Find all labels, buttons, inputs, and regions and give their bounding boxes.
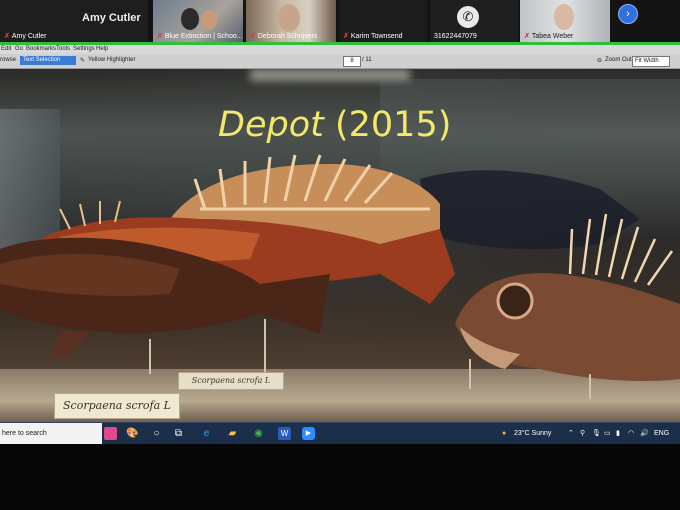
specimen-label-front: Scorpaena scrofa L [54,393,180,419]
chevron-up-icon[interactable]: ⌃ [568,423,574,445]
menu-tools[interactable]: Tools [56,46,70,52]
participant-video [201,10,217,30]
page-number-input[interactable]: 8 [343,56,361,67]
display-icon[interactable]: ▭ [604,423,611,445]
muted-mic-icon: ✗ [524,33,530,40]
zoom-out-button[interactable]: Zoom Out [605,57,632,63]
menu-bookmarks[interactable]: Bookmarks [26,46,56,52]
specimen-label-back: Scorpaena scrofa L [178,372,284,390]
chrome-browser-icon[interactable]: ◉ [252,427,265,440]
file-explorer-icon[interactable]: ▰ [226,427,239,440]
participant-label: ✗ Amy Cutler [4,33,47,40]
volume-icon[interactable]: 🔊 [640,423,649,445]
highlighter-icon[interactable]: ✎ [80,57,85,64]
highlighter-select[interactable]: Yellow Highlighter [88,57,135,63]
browse-tool[interactable]: rowse [0,57,16,63]
zoom-app-icon[interactable]: ▶ [302,427,315,440]
page-total: / 11 [362,57,372,63]
sun-icon: ● [502,430,507,437]
menu-edit[interactable]: Edit [1,46,11,52]
task-view-icon[interactable]: ⧉ [172,427,185,440]
app-icon[interactable] [104,427,117,440]
windows-taskbar: here to search 🎨 ○ ⧉ e ▰ ◉ W ▶ ● 23°C Su… [0,422,680,445]
participant-label: ✗ Karim Townsend [343,33,403,40]
participant-tile-amy-cutler[interactable]: Amy Cutler ✗ Amy Cutler [0,0,148,42]
menu-settings[interactable]: Settings [73,46,95,52]
viewer-menubar: Edit Go Bookmarks Tools Settings Help [0,45,680,54]
participant-strip: Amy Cutler ✗ Amy Cutler ✗ Blue Extinction … [0,0,680,44]
chevron-right-icon[interactable]: › [618,4,638,24]
muted-mic-icon: ✗ [250,33,256,40]
monitor-bezel [0,444,680,510]
participant-tile-deborah-schrijvers[interactable]: ✗ Deborah Schrijvers [246,0,336,42]
participant-video [181,8,199,30]
slide-title: Depot (2015) [218,105,452,145]
taskbar-search-input[interactable]: here to search [0,423,102,445]
wifi-icon[interactable]: ◠ [628,423,634,445]
muted-mic-icon: ✗ [343,33,349,40]
word-app-icon[interactable]: W [278,427,291,440]
muted-mic-icon: ✗ [157,33,163,40]
battery-icon[interactable]: ▮ [616,423,620,445]
participant-video [278,4,300,32]
zoom-level-select[interactable]: Fit Width [632,56,670,67]
participant-tile-blue-extinction[interactable]: ✗ Blue Extinction | Schoo... [153,0,243,42]
participant-tile-karim-townsend[interactable]: ✗ Karim Townsend [339,0,427,42]
muted-mic-icon: ✗ [4,33,10,40]
text-selection-button[interactable]: Text Selection [20,56,76,65]
paint-app-icon[interactable]: 🎨 [126,427,139,440]
participant-video [554,4,574,30]
weather-text[interactable]: 23°C Sunny [514,423,551,445]
phone-icon: ✆ [457,6,479,28]
participant-label: ✗ Blue Extinction | Schoo... [157,33,243,40]
language-indicator[interactable]: ENG [654,423,669,445]
participant-label: ✗ Tabea Weber [524,33,574,40]
zoom-out-icon[interactable]: ⊖ [597,57,602,64]
participant-label: ✗ Deborah Schrijvers [250,33,318,40]
presentation-slide: Depot (2015) Scorpaena scrofa L Scorpaen… [0,69,680,422]
participant-tile-phone-number[interactable]: ✆ 31622447079 [430,0,518,42]
cortana-circle-icon[interactable]: ○ [150,427,163,440]
menu-go[interactable]: Go [15,46,23,52]
edge-browser-icon[interactable]: e [200,427,213,440]
network-icon[interactable]: ⚲ [580,423,585,445]
viewer-toolbar: rowse Text Selection ✎ Yellow Highlighte… [0,54,680,69]
menu-help[interactable]: Help [96,46,108,52]
participant-tile-tabea-weber[interactable]: ✗ Tabea Weber [520,0,610,42]
participant-name-large: Amy Cutler [82,12,141,24]
participant-label: 31622447079 [434,33,477,40]
microphone-icon[interactable]: 🎙 [592,423,601,445]
